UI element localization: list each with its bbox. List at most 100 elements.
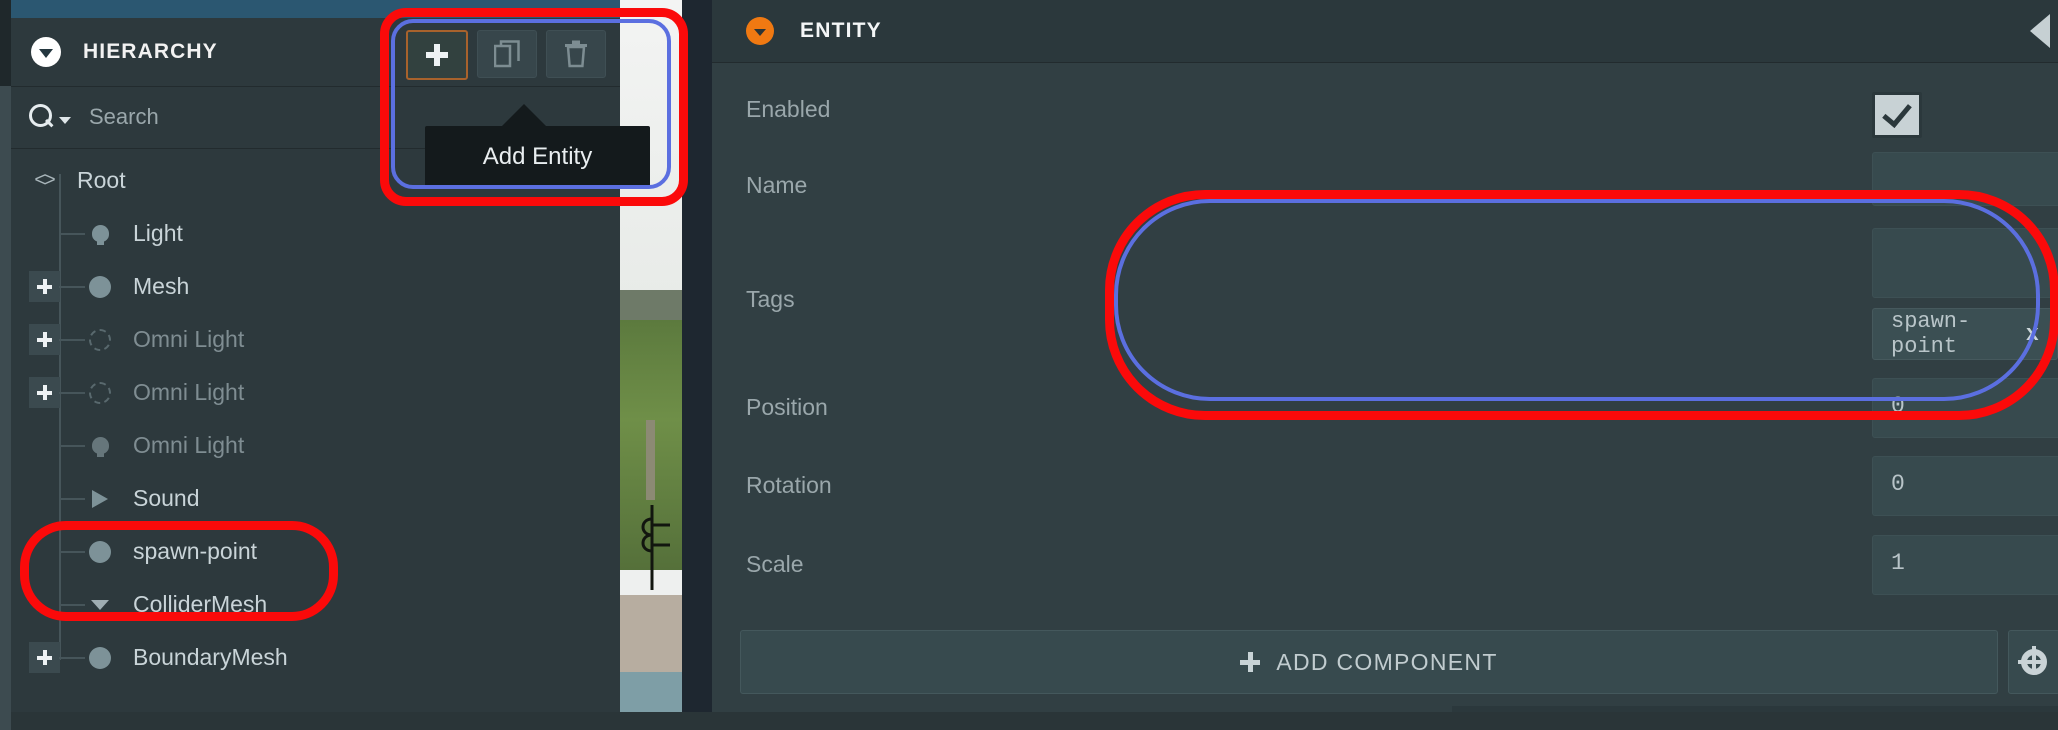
chevron-down-icon[interactable] bbox=[59, 116, 71, 124]
tree-item-label: Omni Light bbox=[133, 432, 245, 458]
tree-connector-line bbox=[59, 339, 85, 341]
entity-tree: <> Root Light Mesh Omni Light Omni Light Omni … bbox=[11, 148, 620, 712]
tree-item-label: BoundaryMesh bbox=[133, 644, 288, 670]
tree-item-label: Sound bbox=[133, 485, 200, 511]
tree-connector-line bbox=[59, 498, 85, 500]
expand-toggle-icon[interactable] bbox=[29, 377, 60, 408]
scale-row: Scale bbox=[712, 551, 2058, 578]
position-row: Position bbox=[712, 394, 2058, 421]
sphere-icon bbox=[85, 540, 115, 563]
rotation-label: Rotation bbox=[746, 472, 832, 498]
tree-item-label: spawn-point bbox=[133, 538, 258, 564]
viewport-fence bbox=[641, 505, 670, 590]
tree-item-boundarymesh[interactable]: BoundaryMesh bbox=[11, 631, 620, 684]
scene-viewport[interactable] bbox=[620, 0, 682, 712]
hierarchy-panel: HIERARCHY Search <> Root Light Mesh Omni… bbox=[0, 0, 650, 730]
search-input[interactable]: Search bbox=[89, 104, 159, 130]
tooltip-arrow-icon bbox=[500, 104, 548, 128]
sphere-icon bbox=[85, 646, 115, 669]
title-bar-strip bbox=[0, 0, 620, 18]
tree-item-sound[interactable]: Sound bbox=[11, 472, 620, 525]
tree-connector-line bbox=[59, 233, 85, 235]
enabled-row: Enabled bbox=[712, 96, 2058, 123]
expand-toggle-icon[interactable] bbox=[29, 642, 60, 673]
inspector-settings-button[interactable] bbox=[2008, 630, 2058, 694]
sphere-icon bbox=[85, 275, 115, 298]
panel-scroll-track[interactable] bbox=[0, 86, 11, 730]
tree-item-omni-light[interactable]: Omni Light bbox=[11, 419, 620, 472]
add-entity-tooltip: Add Entity bbox=[425, 126, 650, 188]
expand-toggle-icon[interactable] bbox=[29, 271, 60, 302]
enabled-checkbox[interactable] bbox=[1872, 92, 1922, 138]
add-component-button[interactable]: ADD COMPONENT bbox=[740, 630, 1998, 694]
light-bulb-icon bbox=[85, 437, 115, 457]
scale-x-value: 1 bbox=[1891, 550, 1905, 576]
position-x-input[interactable]: 0 X bbox=[1872, 378, 2058, 438]
rotation-row: Rotation bbox=[712, 472, 2058, 499]
tags-input[interactable]: Add Tags bbox=[1872, 228, 2058, 298]
tree-connector-line bbox=[59, 551, 85, 553]
tree-connector-line bbox=[59, 392, 85, 394]
tree-item-label: Omni Light bbox=[133, 379, 245, 405]
chevron-down-icon bbox=[85, 599, 115, 610]
tree-item-collidermesh[interactable]: ColliderMesh bbox=[11, 578, 620, 631]
tree-item-label: Mesh bbox=[133, 273, 190, 299]
scale-x-input[interactable]: 1 X bbox=[1872, 535, 2058, 595]
gear-icon bbox=[2018, 646, 2047, 675]
inspector-header: ENTITY bbox=[712, 0, 2058, 63]
tree-connector-line bbox=[59, 604, 85, 606]
checkbox-checked-icon bbox=[1872, 92, 1922, 138]
tree-connector-line bbox=[59, 445, 85, 447]
tree-item-omni-light[interactable]: Omni Light bbox=[11, 313, 620, 366]
delete-entity-button[interactable] bbox=[546, 30, 606, 78]
rotation-x-input[interactable]: 0 X bbox=[1872, 456, 2058, 516]
omni-light-icon bbox=[85, 381, 115, 404]
tag-chip-label: spawn-point bbox=[1891, 309, 1971, 359]
entity-inspector-panel: ENTITY Enabled Name Tags Add Tags spawn-… bbox=[712, 0, 2058, 712]
copy-icon bbox=[494, 40, 520, 68]
tree-item-spawn-point[interactable]: spawn-point bbox=[11, 525, 620, 578]
tag-chip[interactable]: spawn-point x bbox=[1872, 308, 2058, 360]
expand-toggle-icon[interactable] bbox=[29, 324, 60, 355]
tooltip-label: Add Entity bbox=[482, 143, 593, 170]
tree-item-mesh[interactable]: Mesh bbox=[11, 260, 620, 313]
add-entity-button[interactable] bbox=[406, 30, 468, 80]
plus-icon bbox=[425, 43, 449, 67]
entity-logo-icon bbox=[746, 17, 774, 45]
tree-connector-line bbox=[59, 286, 85, 288]
name-row: Name bbox=[712, 172, 2058, 199]
omni-light-icon bbox=[85, 328, 115, 351]
tree-connector-line bbox=[59, 657, 85, 659]
viewport-inspector-gutter bbox=[682, 0, 712, 712]
collapse-panel-arrow-icon[interactable] bbox=[2030, 14, 2050, 48]
tree-item-label: Root bbox=[77, 167, 126, 193]
tree-item-light[interactable]: Light bbox=[11, 207, 620, 260]
position-label: Position bbox=[746, 394, 828, 420]
duplicate-entity-button[interactable] bbox=[477, 30, 537, 78]
sound-icon bbox=[85, 489, 115, 508]
playcanvas-logo-icon bbox=[31, 37, 61, 67]
viewport-stone-wall bbox=[620, 595, 682, 675]
viewport-water bbox=[620, 672, 682, 712]
enabled-label: Enabled bbox=[746, 96, 831, 122]
rotation-x-value: 0 bbox=[1891, 471, 1905, 497]
viewport-post bbox=[646, 420, 655, 500]
remove-tag-icon[interactable]: x bbox=[2026, 322, 2039, 347]
tags-row: Tags bbox=[712, 286, 2058, 313]
tree-item-label: ColliderMesh bbox=[133, 591, 268, 617]
position-fields: 0 X 0.027 Y 0 Z bbox=[1872, 378, 2058, 438]
inspector-title: ENTITY bbox=[800, 19, 882, 42]
trash-icon bbox=[565, 40, 587, 68]
code-brackets-icon: <> bbox=[34, 169, 55, 191]
add-component-label: ADD COMPONENT bbox=[1276, 648, 1498, 675]
tree-item-label: Omni Light bbox=[133, 326, 245, 352]
rotation-fields: 0 X 0 Y 0 Z bbox=[1872, 456, 2058, 516]
tree-item-omni-light[interactable]: Omni Light bbox=[11, 366, 620, 419]
position-x-value: 0 bbox=[1891, 393, 1905, 419]
light-bulb-icon bbox=[85, 225, 115, 245]
tags-label: Tags bbox=[746, 286, 795, 312]
scale-label: Scale bbox=[746, 551, 804, 577]
name-label: Name bbox=[746, 172, 808, 198]
name-input[interactable] bbox=[1872, 152, 2058, 206]
inspector-footer-divider bbox=[1452, 706, 2058, 712]
